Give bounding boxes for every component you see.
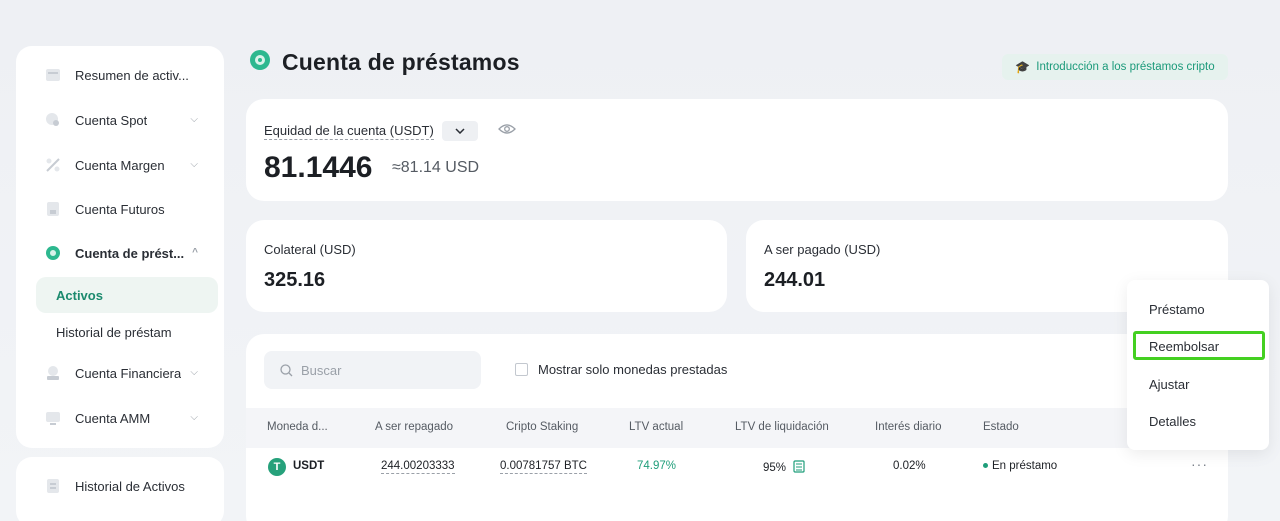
table-header: Moneda d... A ser repagado Cripto Stakin… bbox=[246, 408, 1228, 448]
sidebar-subitem-loan-history[interactable]: Historial de préstam bbox=[36, 314, 218, 350]
page-title: Cuenta de préstamos bbox=[282, 49, 520, 75]
cell-status: En préstamo bbox=[983, 460, 1057, 472]
chevron-down-icon: ⌵ bbox=[190, 114, 198, 125]
sidebar-item-label: Resumen de activ... bbox=[75, 67, 189, 83]
chevron-down-icon bbox=[455, 128, 465, 134]
finance-icon bbox=[44, 364, 62, 382]
cell-staking: 0.00781757 BTC bbox=[500, 460, 587, 474]
sidebar-item-loan-account[interactable]: Cuenta de prést... ^ bbox=[16, 235, 224, 271]
assets-table-card: Mostrar solo monedas prestadas Moneda d.… bbox=[246, 334, 1228, 521]
sidebar-item-label: Cuenta Financiera bbox=[75, 365, 182, 381]
sidebar-item-amm[interactable]: Cuenta AMM ⌵ bbox=[16, 400, 224, 436]
to-repay-value: 244.01 bbox=[764, 269, 826, 291]
borrowed-only-label: Mostrar solo monedas prestadas bbox=[538, 362, 728, 377]
sidebar-item-label: Cuenta de prést... bbox=[75, 245, 185, 261]
sidebar-item-label: Cuenta AMM bbox=[75, 410, 151, 426]
tether-icon: T bbox=[268, 458, 286, 476]
menu-item-details[interactable]: Detalles bbox=[1149, 414, 1196, 429]
equity-value: 81.1446 bbox=[264, 151, 373, 184]
collateral-card: Colateral (USD) 325.16 bbox=[246, 220, 727, 312]
sidebar-item-futures[interactable]: Cuenta Futuros bbox=[16, 191, 224, 227]
history-icon bbox=[44, 477, 62, 495]
search-input[interactable] bbox=[301, 362, 461, 378]
search-box[interactable] bbox=[264, 351, 481, 389]
equity-card: Equidad de la cuenta (USDT) 81.1446 ≈81.… bbox=[246, 99, 1228, 201]
sidebar-item-asset-history[interactable]: Historial de Activos bbox=[16, 468, 224, 504]
col-header-staking[interactable]: Cripto Staking bbox=[506, 421, 578, 433]
sidebar-secondary: Historial de Activos bbox=[16, 457, 224, 521]
page-header: Cuenta de préstamos bbox=[248, 48, 520, 77]
spot-icon bbox=[44, 111, 62, 129]
borrowed-only-filter[interactable]: Mostrar solo monedas prestadas bbox=[515, 362, 727, 377]
collateral-value: 325.16 bbox=[264, 269, 326, 291]
menu-item-loan[interactable]: Préstamo bbox=[1149, 302, 1205, 317]
cell-ltv-current: 74.97% bbox=[637, 460, 677, 472]
cell-coin: USDT bbox=[293, 460, 325, 472]
sidebar-item-spot[interactable]: Cuenta Spot ⌵ bbox=[16, 102, 224, 138]
status-dot bbox=[983, 463, 988, 469]
cell-ltv-liquidation: 95% bbox=[763, 460, 805, 474]
sidebar-item-margin[interactable]: Cuenta Margen ⌵ bbox=[16, 147, 224, 183]
currency-dropdown[interactable] bbox=[441, 121, 478, 141]
col-header-daily-interest[interactable]: Interés diario bbox=[875, 421, 941, 433]
chevron-down-icon: ⌵ bbox=[190, 367, 198, 378]
ltv-liquidation-value: 95% bbox=[763, 462, 787, 474]
to-repay-label: A ser pagado (USD) bbox=[764, 242, 881, 257]
amm-icon bbox=[44, 409, 62, 427]
borrowed-only-checkbox[interactable] bbox=[515, 363, 528, 376]
eye-icon[interactable] bbox=[497, 122, 516, 140]
chevron-down-icon: ⌵ bbox=[190, 412, 198, 423]
collateral-label: Colateral (USD) bbox=[264, 242, 356, 257]
calculator-icon[interactable] bbox=[793, 460, 805, 473]
sidebar-item-label: Cuenta Futuros bbox=[75, 201, 165, 217]
col-header-status[interactable]: Estado bbox=[983, 421, 1019, 433]
row-actions-menu: Préstamo Reembolsar Ajustar Detalles bbox=[1127, 280, 1269, 450]
status-label: En préstamo bbox=[992, 460, 1058, 472]
chevron-down-icon: ⌵ bbox=[190, 159, 198, 170]
intro-crypto-loans-link[interactable]: 🎓 Introducción a los préstamos cripto bbox=[1002, 54, 1228, 80]
menu-item-repay[interactable]: Reembolsar bbox=[1149, 339, 1219, 354]
cell-to-repay: 244.00203333 bbox=[381, 460, 455, 474]
margin-icon bbox=[44, 156, 62, 174]
chevron-up-icon: ^ bbox=[192, 247, 198, 258]
cell-daily-interest: 0.02% bbox=[893, 460, 926, 472]
graduation-cap-icon: 🎓 bbox=[1015, 60, 1031, 74]
sidebar-item-label: Cuenta Spot bbox=[75, 112, 148, 128]
wallet-icon bbox=[44, 66, 62, 84]
sidebar-item-asset-summary[interactable]: Resumen de activ... bbox=[16, 57, 224, 93]
futures-icon bbox=[44, 200, 62, 218]
loan-icon bbox=[44, 244, 62, 262]
search-icon bbox=[280, 363, 293, 376]
equity-label: Equidad de la cuenta (USDT) bbox=[264, 122, 434, 140]
col-header-ltv-current[interactable]: LTV actual bbox=[629, 421, 683, 433]
col-header-to-repay[interactable]: A ser repagado bbox=[375, 421, 453, 433]
col-header-ltv-liquidation[interactable]: LTV de liquidación bbox=[735, 421, 829, 433]
sidebar-item-financial[interactable]: Cuenta Financiera ⌵ bbox=[16, 355, 224, 391]
col-header-coin[interactable]: Moneda d... bbox=[267, 421, 328, 433]
more-options-button[interactable]: ··· bbox=[1191, 456, 1208, 472]
sidebar-item-label: Historial de Activos bbox=[75, 478, 185, 494]
sidebar-item-label: Cuenta Margen bbox=[75, 157, 165, 173]
menu-item-adjust[interactable]: Ajustar bbox=[1149, 377, 1189, 392]
loan-account-icon bbox=[248, 48, 272, 77]
intro-link-label: Introducción a los préstamos cripto bbox=[1036, 61, 1215, 73]
sidebar-subitem-assets[interactable]: Activos bbox=[36, 277, 218, 313]
equity-usd-value: ≈81.14 USD bbox=[392, 159, 480, 176]
